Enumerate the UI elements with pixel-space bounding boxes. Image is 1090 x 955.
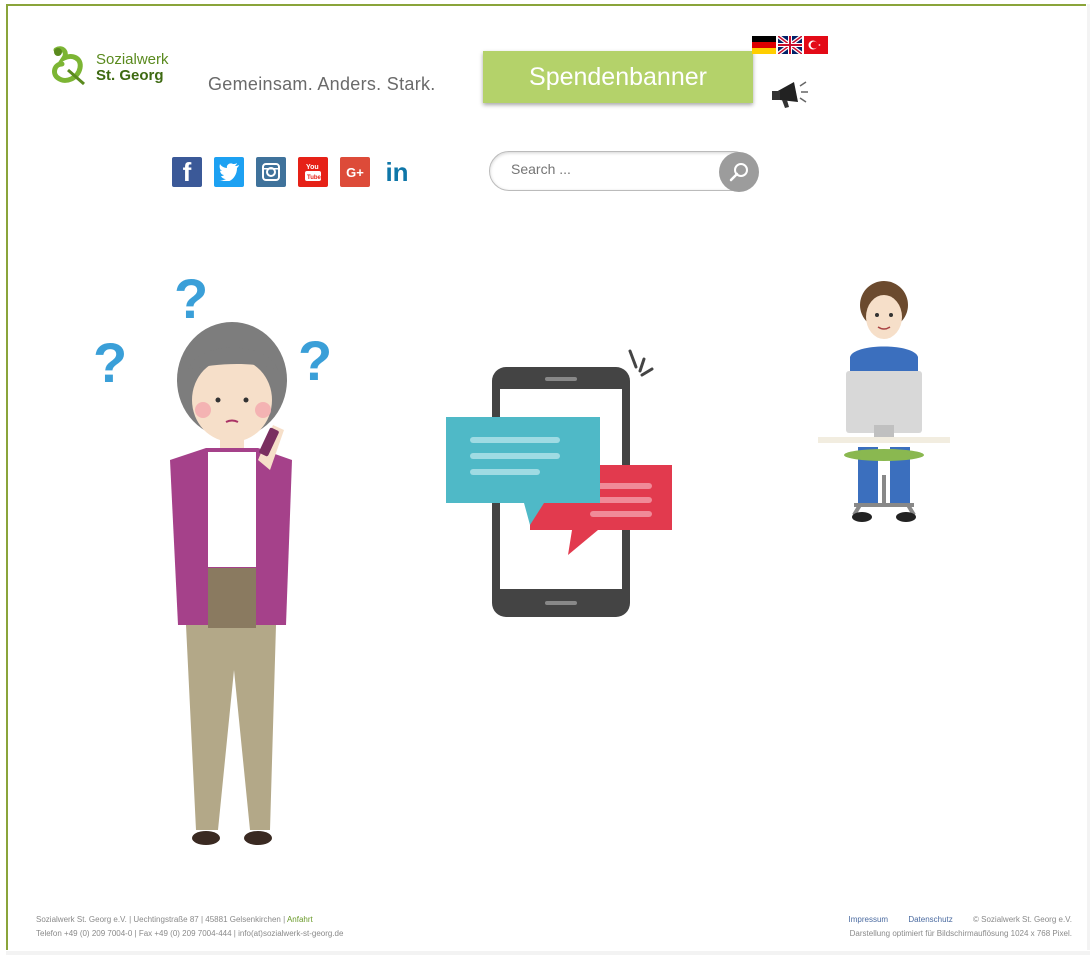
twitter-icon[interactable] <box>214 157 244 187</box>
tagline: Gemeinsam. Anders. Stark. <box>208 74 436 94</box>
facebook-icon[interactable]: f <box>172 157 202 187</box>
footer-address-line: Sozialwerk St. Georg e.V. | Uechtingstra… <box>36 915 286 924</box>
search-form <box>489 149 759 193</box>
svg-text:?: ? <box>298 329 332 392</box>
copyright-text: © Sozialwerk St. Georg e.V. <box>973 915 1072 924</box>
footer-contact-line[interactable]: Telefon +49 (0) 209 7004-0 | Fax +49 (0)… <box>36 927 343 941</box>
confused-woman-illustration: ? ? ? <box>93 270 332 845</box>
language-switcher <box>752 36 828 54</box>
youtube-icon[interactable]: You Tube <box>298 157 328 187</box>
impressum-link[interactable]: Impressum <box>849 915 889 924</box>
site-logo[interactable]: Sozialwerk St. Georg <box>48 44 169 92</box>
resolution-note: Darstellung optimiert für Bildschirmaufl… <box>849 929 1072 938</box>
footer-legal: Impressum Datenschutz © Sozialwerk St. G… <box>849 913 1072 941</box>
instagram-icon[interactable] <box>256 157 286 187</box>
svg-text:Tube: Tube <box>307 175 322 181</box>
megaphone-icon[interactable] <box>768 74 812 114</box>
flag-uk-icon[interactable] <box>778 36 802 54</box>
flag-tr-icon[interactable] <box>804 36 828 54</box>
svg-text:?: ? <box>174 270 208 330</box>
office-worker-illustration <box>818 281 950 522</box>
footer-address: Sozialwerk St. Georg e.V. | Uechtingstra… <box>36 913 343 941</box>
logo-text-st-georg: St. Georg <box>96 67 164 84</box>
phone-chat-illustration <box>446 349 672 617</box>
datenschutz-link[interactable]: Datenschutz <box>908 915 952 924</box>
search-input[interactable] <box>509 160 713 178</box>
flag-de-icon[interactable] <box>752 36 776 54</box>
anfahrt-link[interactable]: Anfahrt <box>287 915 313 924</box>
svg-text:?: ? <box>93 331 127 394</box>
search-icon <box>729 163 748 182</box>
frame-shadow-bottom <box>6 951 1090 955</box>
svg-text:You: You <box>306 164 319 171</box>
social-links: f You Tube G+ in <box>172 157 412 187</box>
linkedin-icon[interactable]: in <box>382 157 412 187</box>
googleplus-icon[interactable]: G+ <box>340 157 370 187</box>
spendenbanner-button[interactable]: Spendenbanner <box>483 51 753 103</box>
logo-dragon-icon <box>52 46 85 86</box>
search-button[interactable] <box>719 152 759 192</box>
logo-text-sozialwerk: Sozialwerk <box>96 51 169 68</box>
